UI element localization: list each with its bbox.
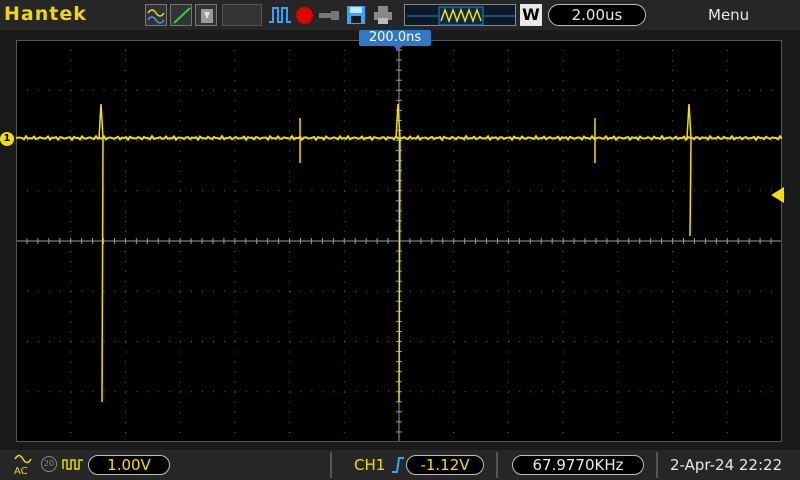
trigger-level-marker[interactable] <box>771 187 784 203</box>
channel1-marker[interactable]: 1 <box>0 132 14 146</box>
trigger-level-readout[interactable]: -1.12V <box>406 455 484 475</box>
volts-per-div-readout[interactable]: 1.00V <box>88 455 170 475</box>
trigger-position-label: 200.0ns <box>359 30 431 46</box>
zoom-window-button[interactable]: W <box>520 4 542 26</box>
graticule <box>16 40 782 442</box>
save-icon[interactable] <box>346 5 366 25</box>
divider <box>656 452 658 478</box>
persist-icon[interactable] <box>195 4 217 26</box>
waveform-overview-icon[interactable] <box>404 4 516 26</box>
probe-icon <box>62 459 83 470</box>
status-slot <box>222 4 262 26</box>
datetime-display: 2-Apr-24 22:22 <box>670 456 783 474</box>
coupling-label: AC <box>14 466 28 477</box>
signal-spike <box>686 103 692 237</box>
record-icon[interactable] <box>296 7 313 24</box>
divider <box>330 452 332 478</box>
usb-icon <box>319 11 339 20</box>
frequency-readout: 67.9770KHz <box>512 455 644 475</box>
waveform-display[interactable] <box>16 40 782 442</box>
run-icon[interactable] <box>268 5 292 25</box>
print-icon[interactable] <box>373 5 393 25</box>
signal-spike <box>395 103 401 403</box>
divider <box>496 452 498 478</box>
brand-logo: Hantek <box>4 3 87 25</box>
menu-button[interactable]: Menu <box>708 6 749 24</box>
edge-trigger-icon[interactable] <box>391 455 405 475</box>
wave-display-icon[interactable] <box>145 4 167 26</box>
top-status-bar: Hantek W 2.00us Menu <box>0 0 800 30</box>
line-display-icon[interactable] <box>170 4 192 26</box>
coupling-indicator: AC <box>14 452 36 478</box>
bandwidth-limit-icon: 20 <box>41 456 57 472</box>
timebase-readout[interactable]: 2.00us <box>548 4 646 26</box>
trigger-position-marker <box>393 45 403 51</box>
trigger-source-label[interactable]: CH1 <box>354 456 385 474</box>
signal-spike <box>98 103 104 403</box>
